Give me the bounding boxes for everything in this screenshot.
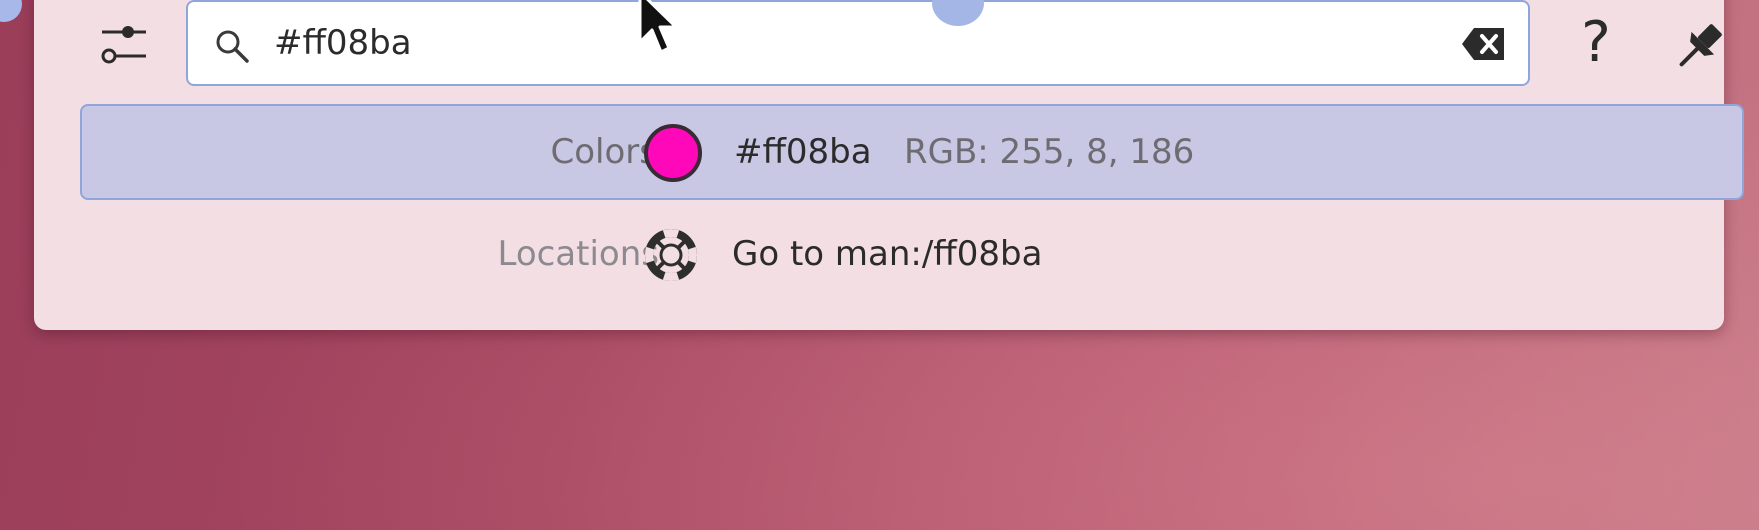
configure-sliders-icon (101, 26, 146, 64)
pin-icon[interactable] (1670, 16, 1730, 76)
help-lifebuoy-icon (645, 229, 697, 281)
result-category: Locations (497, 234, 659, 274)
search-box[interactable]: #ff08ba (186, 0, 1530, 86)
configure-button[interactable] (92, 12, 156, 76)
result-locations[interactable]: Locations Go to man:/ff08ba (80, 208, 1744, 304)
result-subtitle: RGB: 255, 8, 186 (904, 132, 1195, 172)
search-input[interactable]: #ff08ba (274, 20, 412, 66)
result-title: #ff08ba (734, 132, 872, 172)
help-button[interactable]: ? (1564, 8, 1628, 78)
color-swatch-icon (644, 124, 702, 182)
mouse-cursor-icon (638, 0, 678, 54)
result-title: Go to man:/ff08ba (732, 234, 1043, 274)
clear-text-icon[interactable] (1460, 24, 1508, 64)
search-icon (216, 30, 249, 63)
result-colors[interactable]: Colors #ff08ba RGB: 255, 8, 186 (80, 104, 1744, 200)
krunner-window: #ff08ba ? Colors #ff08ba RGB: 255, 8, 18… (34, 0, 1744, 330)
